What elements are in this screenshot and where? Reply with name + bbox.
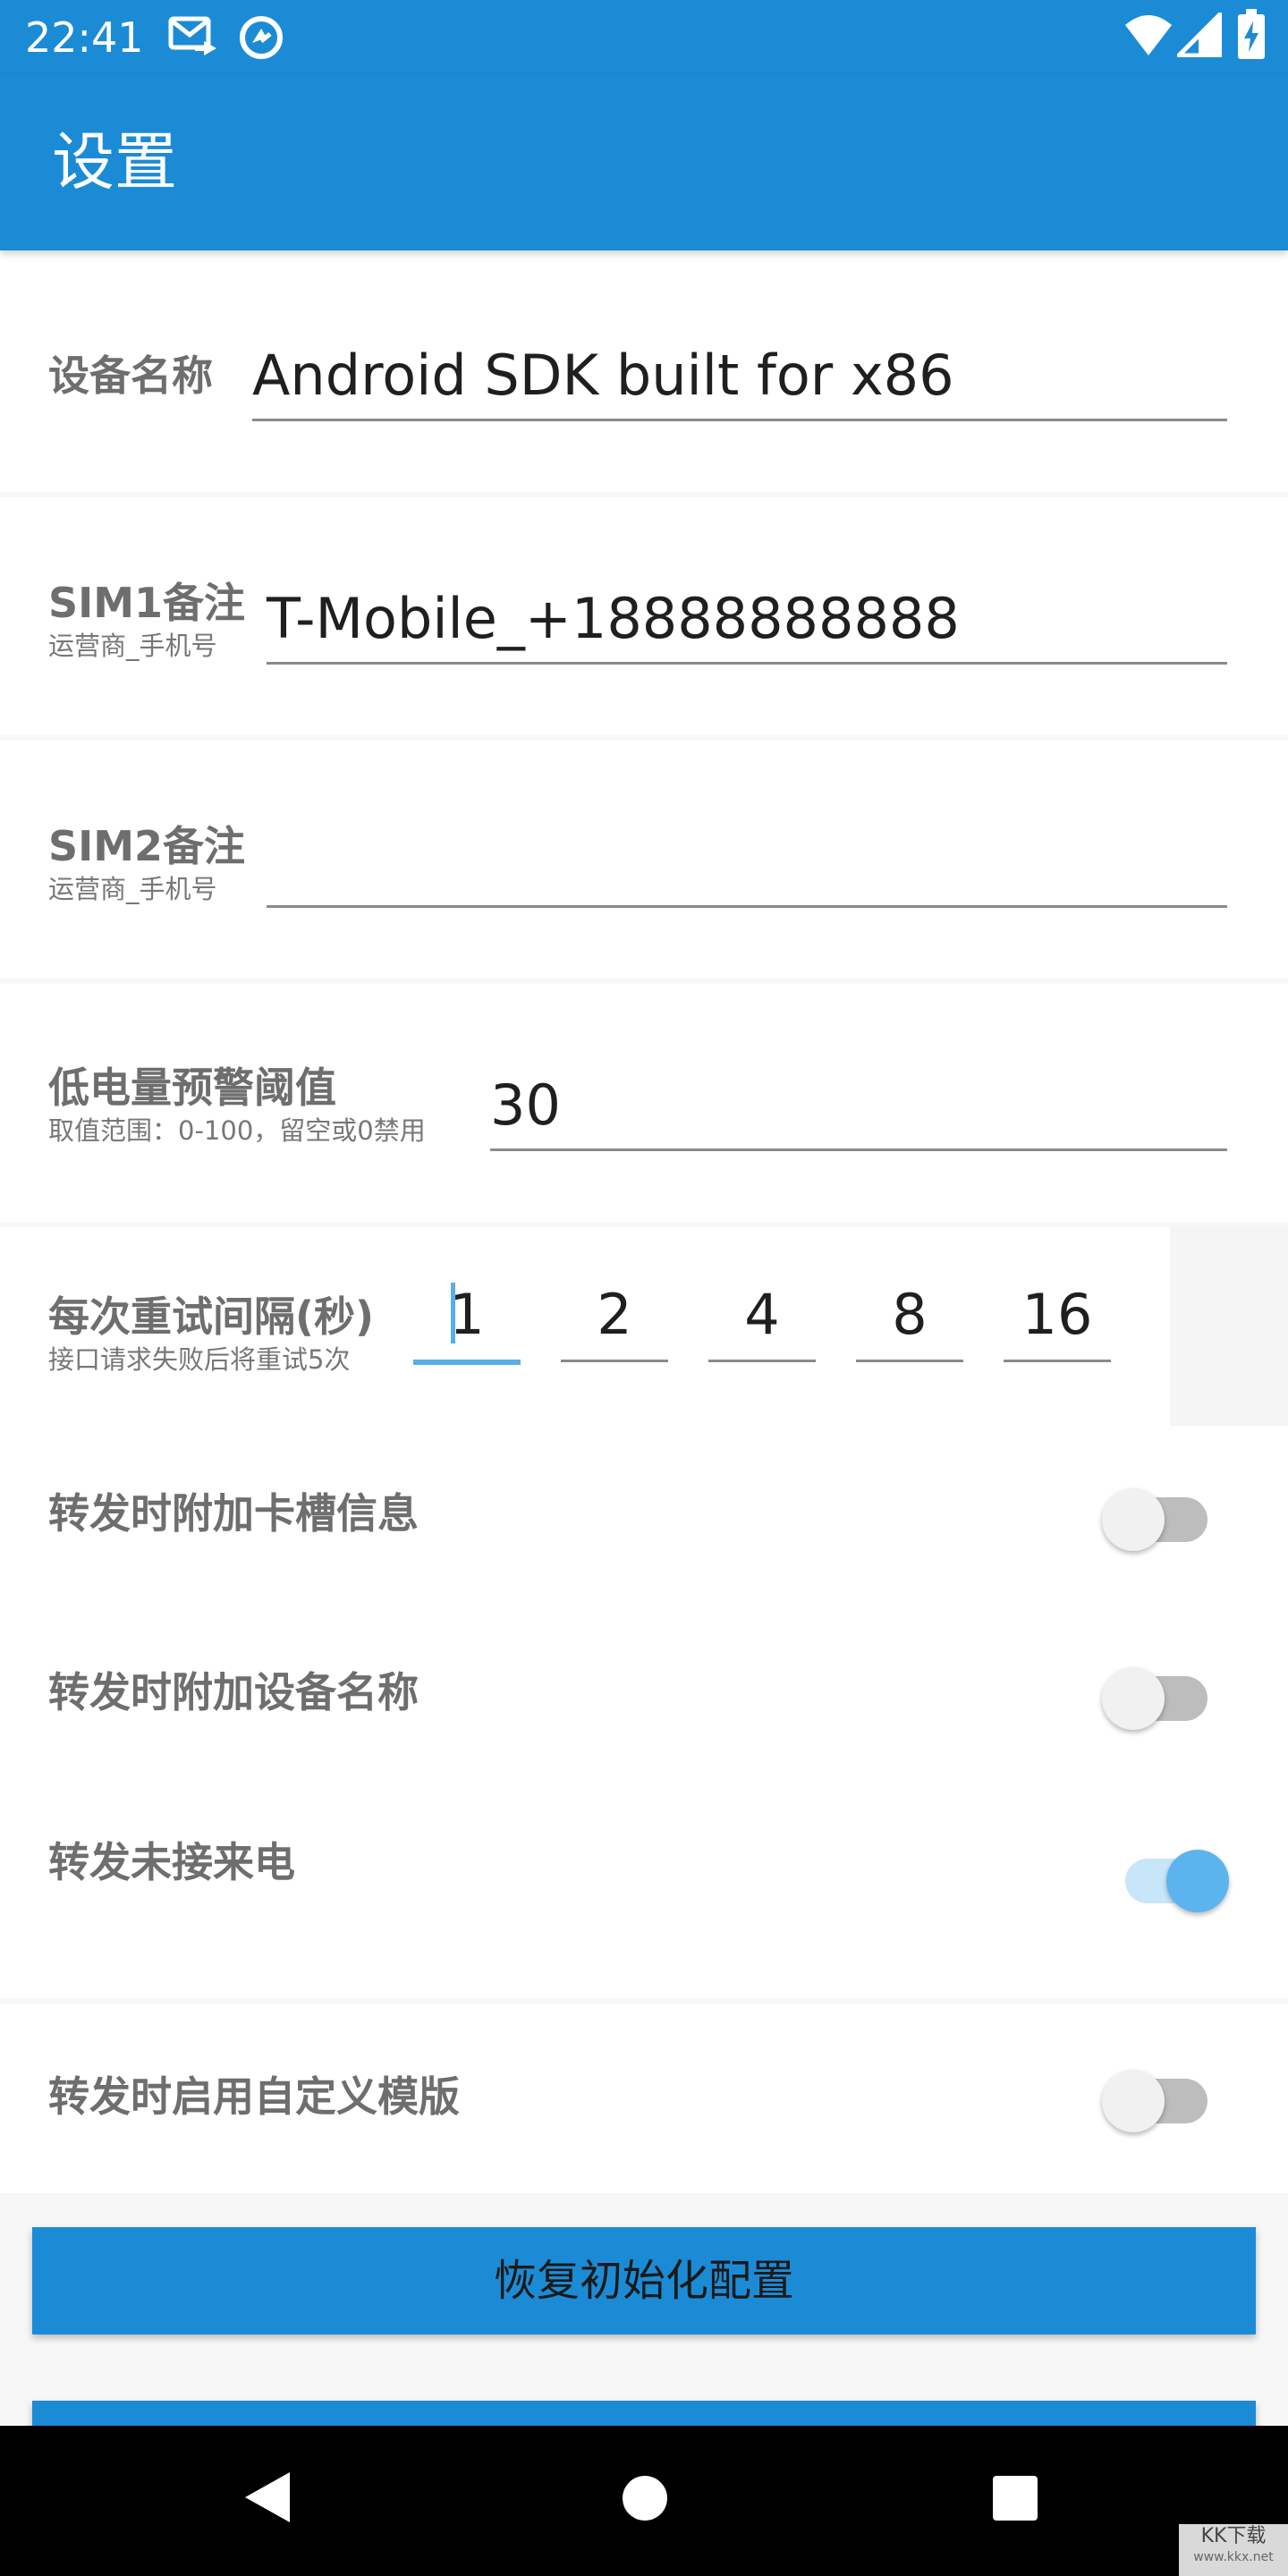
recents-icon[interactable] [991, 2474, 1039, 2522]
watermark-logo: KK下载 www.kkx.net [1179, 2524, 1288, 2576]
retry-interval-input-2[interactable]: 2 [561, 1267, 668, 1362]
device-name-card: 设备名称 Android SDK built for x86 [0, 250, 1288, 492]
sim2-input[interactable] [267, 818, 1227, 908]
navigation-bar [0, 2426, 1288, 2576]
text-cursor [451, 1283, 455, 1343]
mail-forward-icon [168, 16, 218, 57]
switch-label: 转发时启用自定义模版 [48, 2072, 460, 2121]
wifi-icon [1123, 13, 1174, 57]
retry-interval-label: 每次重试间隔(秒) [48, 1292, 375, 1341]
retry-interval-value: 8 [892, 1282, 928, 1347]
reset-config-button[interactable]: 恢复初始化配置 [32, 2227, 1256, 2334]
back-icon[interactable] [242, 2469, 293, 2526]
retry-interval-value: 2 [597, 1282, 632, 1347]
battery-threshold-hint: 取值范围：0-100，留空或0禁用 [48, 1115, 426, 1146]
retry-interval-input-3[interactable]: 4 [708, 1267, 816, 1362]
retry-interval-value: 4 [744, 1282, 780, 1347]
home-icon[interactable] [621, 2474, 669, 2522]
scroll-overflow-area [1170, 1227, 1288, 1426]
battery-charging-icon [1236, 9, 1267, 61]
switch-thumb[interactable] [1102, 1488, 1165, 1551]
switch-row-custom-template[interactable]: 转发时启用自定义模版 [0, 2004, 1288, 2182]
sim1-value: T-Mobile_+18888888888 [267, 586, 960, 651]
settings-content[interactable]: 设备名称 Android SDK built for x86 SIM1备注 运营… [0, 250, 1288, 2426]
status-bar: 22:41 [0, 0, 1288, 75]
retry-interval-input-1[interactable]: 1 [413, 1267, 521, 1365]
next-action-button[interactable] [32, 2401, 1256, 2426]
custom-template-card: 转发时启用自定义模版 [0, 2004, 1288, 2193]
status-time: 22:41 [25, 13, 144, 62]
sim2-hint: 运营商_手机号 [48, 874, 217, 904]
switch-thumb[interactable] [1166, 1850, 1229, 1912]
battery-threshold-label: 低电量预警阈值 [48, 1063, 336, 1112]
retry-interval-card: 每次重试间隔(秒) 接口请求失败后将重试5次 1 2 4 8 16 [0, 1227, 1288, 1426]
switch-thumb[interactable] [1102, 2070, 1165, 2132]
retry-interval-input-4[interactable]: 8 [856, 1267, 963, 1362]
switch-row-sim-slot[interactable]: 转发时附加卡槽信息 [0, 1426, 1288, 1605]
switch-thumb[interactable] [1102, 1667, 1165, 1730]
device-name-label: 设备名称 [48, 352, 213, 400]
watermark-url: www.kkx.net [1193, 2550, 1274, 2564]
signal-icon [1177, 13, 1222, 57]
sync-icon [238, 14, 284, 61]
battery-threshold-value: 30 [490, 1072, 561, 1138]
device-name-value: Android SDK built for x86 [252, 343, 954, 408]
sim1-card: SIM1备注 运营商_手机号 T-Mobile_+18888888888 [0, 497, 1288, 735]
sim1-label: SIM1备注 [48, 579, 246, 627]
sim2-label: SIM2备注 [48, 822, 246, 870]
retry-interval-value: 1 [449, 1282, 485, 1347]
watermark-text: KK下载 [1200, 2525, 1267, 2547]
retry-interval-value: 16 [1021, 1282, 1093, 1347]
sim2-card: SIM2备注 运营商_手机号 [0, 741, 1288, 979]
switches-card: 转发时附加卡槽信息 转发时附加设备名称 转发未接来电 [0, 1426, 1288, 1998]
app-bar: 设置 [0, 75, 1288, 250]
sim1-hint: 运营商_手机号 [48, 631, 217, 661]
switch-row-missed-call[interactable]: 转发未接来电 [0, 1775, 1288, 1953]
device-name-input[interactable]: Android SDK built for x86 [252, 331, 1227, 421]
switch-label: 转发时附加设备名称 [48, 1668, 419, 1716]
page-title: 设置 [52, 125, 177, 199]
switch-label: 转发未接来电 [48, 1838, 295, 1886]
retry-interval-input-5[interactable]: 16 [1004, 1267, 1111, 1362]
sim1-input[interactable]: T-Mobile_+18888888888 [267, 574, 1227, 665]
battery-threshold-card: 低电量预警阈值 取值范围：0-100，留空或0禁用 30 [0, 984, 1288, 1222]
switch-label: 转发时附加卡槽信息 [48, 1489, 419, 1538]
battery-threshold-input[interactable]: 30 [490, 1061, 1227, 1151]
switch-row-device-name[interactable]: 转发时附加设备名称 [0, 1605, 1288, 1784]
retry-interval-hint: 接口请求失败后将重试5次 [48, 1344, 351, 1375]
